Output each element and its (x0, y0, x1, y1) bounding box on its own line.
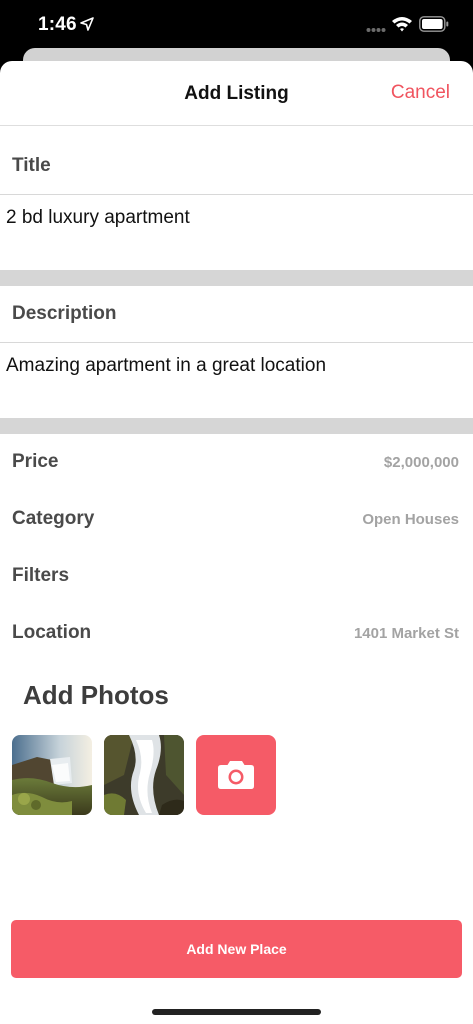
waterfall-photo (12, 735, 92, 815)
location-label: Location (12, 622, 92, 643)
description-label: Description (12, 303, 117, 324)
category-row[interactable]: Category Open Houses (0, 491, 473, 548)
title-input[interactable] (6, 207, 466, 229)
location-arrow-icon (80, 17, 94, 31)
section-divider (0, 270, 473, 286)
location-value: 1401 Market St (353, 625, 459, 642)
title-label-row: Title (0, 126, 473, 195)
title-label: Title (12, 155, 51, 176)
battery-icon (419, 16, 449, 32)
add-photo-button[interactable] (196, 735, 276, 815)
price-label: Price (12, 451, 59, 472)
status-bar: 1:46 (0, 0, 473, 50)
home-indicator (152, 1009, 321, 1015)
details-list: Price $2,000,000 Category Open Houses Fi… (0, 434, 473, 662)
waterfall-photo (104, 735, 184, 815)
category-value: Open Houses (362, 511, 459, 528)
wifi-icon (392, 17, 412, 32)
description-input[interactable] (6, 355, 466, 377)
description-input-row (0, 343, 473, 418)
category-label: Category (12, 508, 95, 529)
navigation-bar: Add Listing Cancel (0, 61, 473, 126)
filters-label: Filters (12, 565, 70, 586)
status-time: 1:46 (38, 14, 77, 35)
add-listing-sheet: Add Listing Cancel Title Description Pri… (0, 61, 473, 1024)
add-photos-heading: Add Photos (23, 680, 169, 710)
section-divider (0, 418, 473, 434)
description-label-row: Description (0, 286, 473, 343)
title-input-row (0, 195, 473, 270)
photo-thumbnail[interactable] (104, 735, 184, 815)
cellular-signal-icon (366, 28, 386, 32)
price-value: $2,000,000 (383, 454, 459, 471)
add-new-place-button[interactable]: Add New Place (11, 920, 462, 978)
photo-thumbnail[interactable] (12, 735, 92, 815)
price-row[interactable]: Price $2,000,000 (0, 434, 473, 491)
camera-icon (218, 761, 254, 789)
cancel-button[interactable]: Cancel (391, 82, 450, 104)
filters-row[interactable]: Filters (0, 548, 473, 605)
location-row[interactable]: Location 1401 Market St (0, 605, 473, 662)
